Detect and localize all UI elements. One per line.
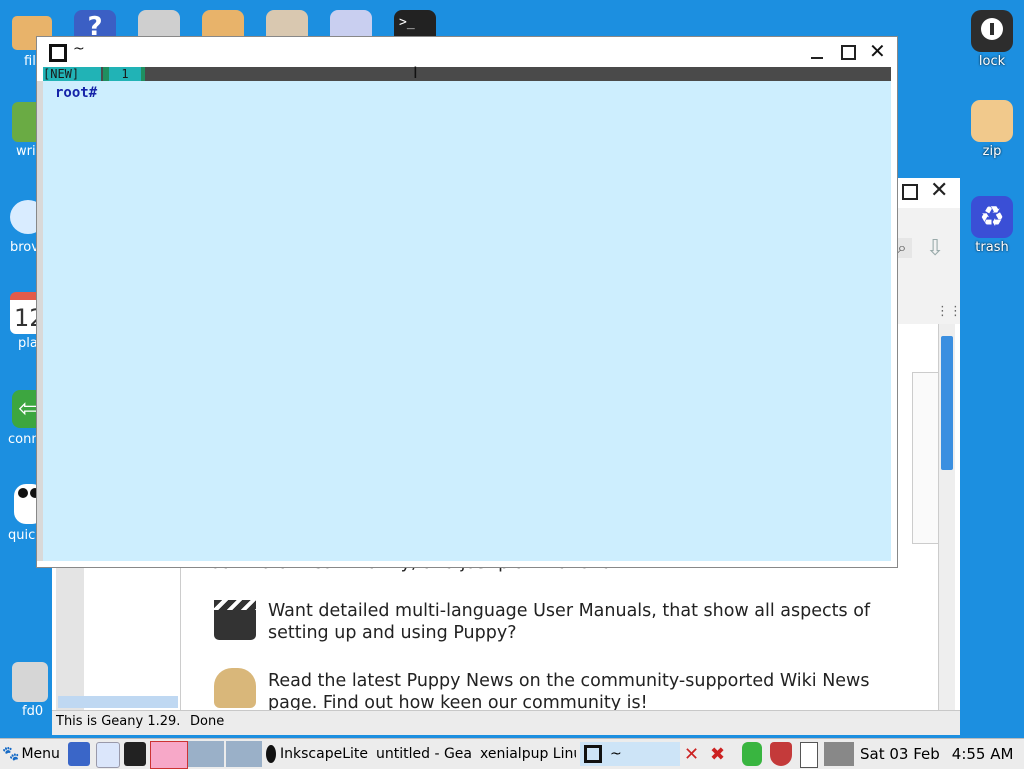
clock-time: 4:55 AM xyxy=(951,745,1014,763)
task-inkscape[interactable]: InkscapeLite xyxy=(266,742,368,766)
firewall-shield-icon[interactable] xyxy=(770,742,792,766)
desktop-icon-label: conn xyxy=(8,432,40,447)
network-status-icon[interactable]: ✕ xyxy=(684,742,704,766)
desktop-icon-label: fd0 xyxy=(22,704,44,719)
desktop-icon-zip[interactable]: zip xyxy=(962,100,1022,159)
menu-button[interactable]: 🐾 Menu xyxy=(2,742,64,766)
clipboard-icon[interactable] xyxy=(800,742,818,768)
zip-icon xyxy=(971,100,1013,142)
storage-icon[interactable] xyxy=(742,742,762,766)
download-icon[interactable]: ⇩ xyxy=(926,236,944,261)
terminal-body[interactable]: root# xyxy=(43,81,891,561)
desktop-icon-label: brov xyxy=(10,240,39,255)
window-title: ~ xyxy=(73,41,85,57)
desktop-icon-lock[interactable]: lock xyxy=(962,10,1022,69)
maximize-icon[interactable] xyxy=(902,184,918,200)
task-browser[interactable]: xenialpup Linux xyxy=(476,742,576,766)
puppy-paw-icon: 🐾 xyxy=(2,746,20,762)
close-icon[interactable]: ✕ xyxy=(869,39,886,63)
task-label: ~ xyxy=(610,746,622,762)
status-right: Done xyxy=(190,714,225,729)
desktop-icon-label: trash xyxy=(975,240,1009,255)
news-paragraph: Read the latest Puppy News on the commun… xyxy=(268,671,870,713)
grid-menu-icon[interactable]: ⋮⋮ xyxy=(936,304,962,319)
desktop-icon-fd0[interactable]: fd0 xyxy=(4,660,54,722)
task-label: untitled - Geany xyxy=(376,746,472,762)
vertical-scrollbar[interactable] xyxy=(938,324,955,710)
shell-prompt: root# xyxy=(55,85,98,101)
show-desktop-icon[interactable] xyxy=(68,742,90,766)
desktop-icon-label: wri xyxy=(16,144,36,159)
desktop-pager-1[interactable] xyxy=(150,741,188,769)
terminal-titlebar[interactable]: ~ ✕ xyxy=(37,37,897,67)
terminal-icon[interactable] xyxy=(124,742,146,766)
taskbar: 🐾 Menu InkscapeLite untitled - Geany xen… xyxy=(0,738,1024,769)
tab-number[interactable]: 1 xyxy=(109,67,141,81)
task-label: xenialpup Linux xyxy=(480,746,576,762)
maximize-icon[interactable] xyxy=(841,45,856,60)
lock-icon xyxy=(971,10,1013,52)
tab-new-label[interactable]: [NEW] xyxy=(43,67,101,81)
window-app-icon xyxy=(49,44,67,62)
desktop-icon-label: zip xyxy=(982,144,1002,159)
task-label: InkscapeLite xyxy=(280,746,368,762)
menu-label: Menu xyxy=(21,746,60,762)
network-disconnected-icon[interactable]: ✖ xyxy=(710,742,736,766)
task-terminal[interactable]: ~ xyxy=(580,742,680,766)
inkscape-icon xyxy=(266,745,277,763)
desktop-icon-label: pla xyxy=(18,336,38,351)
close-icon[interactable]: ✕ xyxy=(930,178,948,203)
text-cursor-icon: I xyxy=(413,63,418,82)
desktop-pager-3[interactable] xyxy=(226,741,262,767)
terminal-window[interactable]: ~ ✕ [NEW] 1 I root# xyxy=(36,36,898,568)
terminal-tabbar: [NEW] 1 I xyxy=(43,63,891,82)
manuals-paragraph: Want detailed multi-language User Manual… xyxy=(268,601,871,643)
task-geany[interactable]: untitled - Geany xyxy=(372,742,472,766)
minimize-icon[interactable] xyxy=(811,57,823,59)
volume-icon[interactable] xyxy=(824,742,854,766)
horizontal-scrollbar[interactable] xyxy=(58,696,178,708)
status-left: This is Geany 1.29. xyxy=(56,714,181,729)
clock[interactable]: Sat 03 Feb 4:55 AM xyxy=(860,742,1024,766)
window-app-icon xyxy=(584,745,602,763)
puppy-news-icon xyxy=(214,668,256,708)
browser-statusbar: This is Geany 1.29. Done xyxy=(52,710,960,735)
clock-date: Sat 03 Feb xyxy=(860,745,940,763)
desktop-icon-label: lock xyxy=(978,54,1006,69)
desktop-icon-trash[interactable]: ♻ trash xyxy=(962,196,1022,255)
recycle-icon: ♻ xyxy=(971,196,1013,238)
floppy-drive-icon xyxy=(12,662,48,702)
file-manager-icon[interactable] xyxy=(96,742,120,768)
clapperboard-icon xyxy=(214,600,256,640)
desktop-pager-2[interactable] xyxy=(188,741,224,767)
